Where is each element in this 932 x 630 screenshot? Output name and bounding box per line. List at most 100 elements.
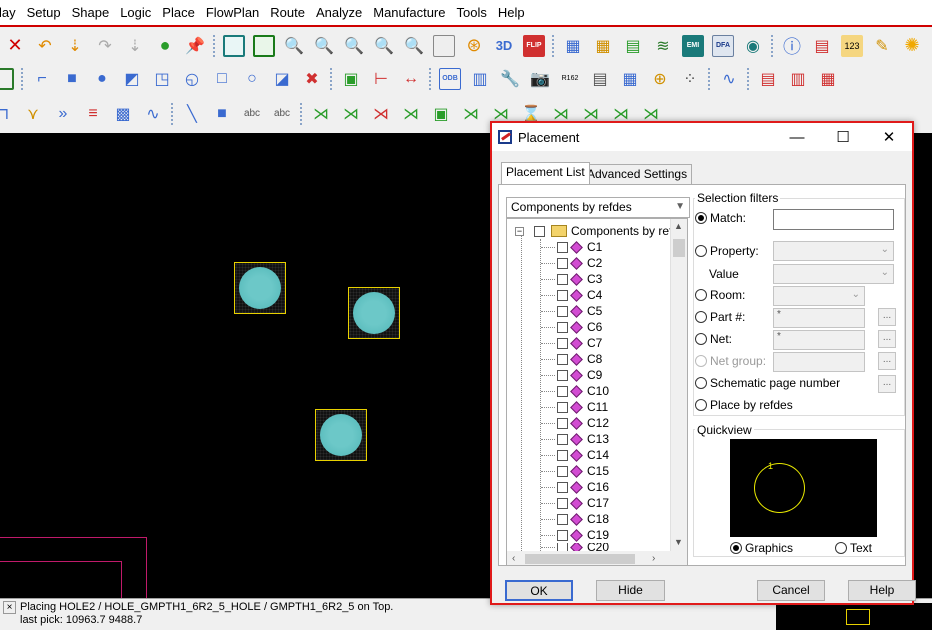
tree-item-c7[interactable]: C7 [541, 335, 602, 351]
wrench-icon[interactable]: 🔧 [499, 68, 521, 90]
tree-item-c8[interactable]: C8 [541, 351, 602, 367]
tree-item-c9[interactable]: C9 [541, 367, 602, 383]
tab-placement-list[interactable]: Placement List [501, 162, 590, 184]
fanout-icon[interactable]: ⋎ [22, 103, 44, 125]
via-pad[interactable] [348, 287, 400, 339]
item-checkbox[interactable] [557, 289, 568, 301]
menu-route[interactable]: Route [266, 0, 309, 26]
tree-root-checkbox[interactable] [534, 225, 545, 237]
document-icon[interactable]: ▤ [589, 68, 611, 90]
tree-item-c15[interactable]: C15 [541, 463, 609, 479]
rectangle-icon[interactable]: ■ [61, 68, 83, 90]
item-checkbox[interactable] [557, 273, 568, 285]
tree-item-c4[interactable]: C4 [541, 287, 602, 303]
color-palette-icon[interactable]: ▦ [592, 35, 614, 57]
hide-button[interactable]: Hide [596, 580, 665, 601]
tree-item-c18[interactable]: C18 [541, 511, 609, 527]
matrix-icon[interactable]: ▩ [112, 103, 134, 125]
room-radio[interactable]: Room: [695, 288, 745, 302]
tree-item-c1[interactable]: C1 [541, 239, 602, 255]
item-checkbox[interactable] [557, 305, 568, 317]
select-icon[interactable]: ◩ [121, 68, 143, 90]
part-radio[interactable]: Part #: [695, 310, 745, 324]
zoom-in-icon[interactable]: 🔍 [343, 35, 365, 57]
dimension-icon[interactable]: ↔ [400, 68, 422, 90]
tree-item-c3[interactable]: C3 [541, 271, 602, 287]
schematic-browse-button[interactable]: ... [878, 375, 896, 393]
tree-item-c5[interactable]: C5 [541, 303, 602, 319]
tree-item-c16[interactable]: C16 [541, 479, 609, 495]
item-checkbox[interactable] [557, 449, 568, 461]
view-3d-icon[interactable]: 3D [493, 35, 515, 57]
connect-icon[interactable]: ⋊ [310, 103, 332, 125]
line-corner-icon[interactable]: ⌐ [31, 68, 53, 90]
maximize-button[interactable]: ☐ [820, 128, 866, 146]
menu-display[interactable]: lay [0, 0, 20, 26]
zoom-world-icon[interactable] [433, 34, 455, 57]
menu-setup[interactable]: Setup [23, 0, 65, 26]
list-icon[interactable]: ≡ [82, 103, 104, 125]
net-group-radio[interactable]: Net group: [695, 354, 766, 368]
box-tool-icon[interactable]: ■ [211, 103, 233, 125]
vias-icon[interactable]: ▣ [430, 103, 452, 125]
layers-icon[interactable]: ▤ [622, 35, 644, 57]
property-dropdown[interactable]: ⌄ [773, 241, 894, 261]
list-mode-dropdown[interactable]: Components by refdes ▼ [506, 197, 690, 218]
text-add-icon[interactable]: abc [241, 103, 263, 125]
tree-item-c13[interactable]: C13 [541, 431, 609, 447]
graphics-radio[interactable]: Graphics [730, 541, 793, 555]
renumber-icon[interactable]: R162 [559, 68, 581, 90]
open-book-icon[interactable]: ▥ [787, 68, 809, 90]
custom-smooth-icon[interactable]: ⋊ [400, 103, 422, 125]
text-radio[interactable]: Text [835, 541, 872, 555]
pin-icon[interactable]: 📌 [184, 35, 206, 57]
tree-item-c14[interactable]: C14 [541, 447, 609, 463]
square-outline-icon[interactable]: □ [211, 68, 233, 90]
item-checkbox[interactable] [557, 385, 568, 397]
zoom-out-icon[interactable]: 🔍 [373, 35, 395, 57]
part-field[interactable]: * [773, 308, 865, 328]
tree-root[interactable]: − Components by refc [515, 223, 678, 239]
circle-icon[interactable]: ● [91, 68, 113, 90]
route-icon[interactable]: ∿ [718, 68, 740, 90]
net-browse-button[interactable]: ... [878, 330, 896, 348]
menu-shape[interactable]: Shape [68, 0, 114, 26]
menu-analyze[interactable]: Analyze [312, 0, 366, 26]
tree-item-c11[interactable]: C11 [541, 399, 608, 415]
board-icon[interactable]: ▦ [619, 68, 641, 90]
item-checkbox[interactable] [557, 481, 568, 493]
cancel-icon[interactable]: ✕ [4, 35, 26, 57]
scroll-thumb[interactable] [673, 239, 685, 257]
component-tree[interactable]: − Components by refc C1 C2 C3 C4 C5 C6 C… [506, 218, 688, 566]
ok-button[interactable]: OK [505, 580, 573, 601]
emi-icon[interactable]: EMI [682, 34, 704, 57]
net-group-browse-button[interactable]: ... [878, 352, 896, 370]
value-dropdown[interactable]: ⌄ [773, 264, 894, 284]
menu-help[interactable]: Help [494, 0, 529, 26]
menu-place[interactable]: Place [158, 0, 199, 26]
tree-item-c10[interactable]: C10 [541, 383, 609, 399]
item-checkbox[interactable] [557, 369, 568, 381]
circle-outline-icon[interactable]: ○ [241, 68, 263, 90]
tree-item-c6[interactable]: C6 [541, 319, 602, 335]
item-checkbox[interactable] [557, 417, 568, 429]
match-field[interactable] [773, 209, 894, 230]
zoom-fit-icon[interactable]: 🔍 [283, 35, 305, 57]
tree-item-c20[interactable]: C20 [541, 543, 609, 551]
tab-advanced-settings[interactable]: Advanced Settings [582, 164, 693, 184]
collapse-icon[interactable]: − [515, 226, 524, 236]
note-icon[interactable]: ▤ [757, 68, 779, 90]
book-icon[interactable]: ▥ [469, 68, 491, 90]
trace-icon[interactable]: ⊓ [0, 103, 14, 125]
testpoint-icon[interactable]: ⊕ [649, 68, 671, 90]
info-icon[interactable]: ⓘ [781, 35, 803, 57]
slide-icon[interactable]: ⋊ [340, 103, 362, 125]
arrow-down-icon[interactable]: ⇣ [64, 35, 86, 57]
rotate-shape-icon[interactable]: ◵ [181, 68, 203, 90]
schematic-radio[interactable]: Schematic page number [695, 376, 840, 390]
zoom-previous-icon[interactable]: 🔍 [403, 35, 425, 57]
component-icon[interactable]: ▣ [340, 68, 362, 90]
refdes-radio[interactable]: Place by refdes [695, 398, 793, 412]
scroll-right-icon[interactable]: › [652, 553, 655, 564]
tree-item-c17[interactable]: C17 [541, 495, 609, 511]
